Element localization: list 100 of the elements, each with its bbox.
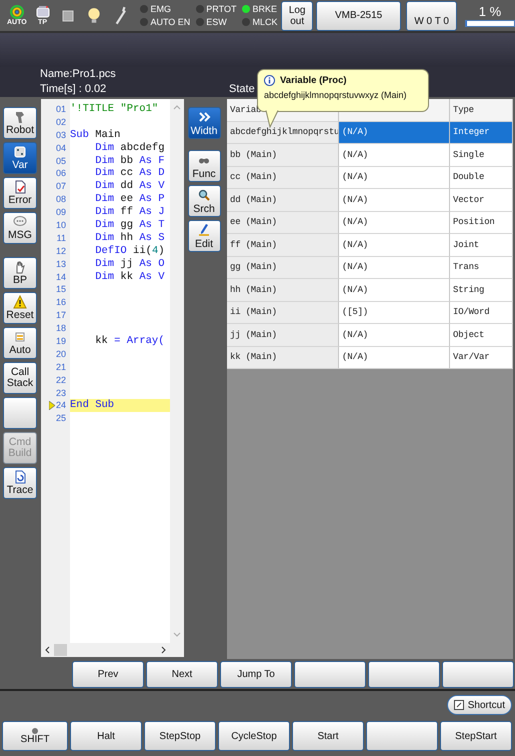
program-name: Name:Pro1.pcs [40,68,117,80]
led-icon [32,728,38,734]
model-button[interactable]: VMB-2515 [316,0,402,30]
table-cell: (N/A) [339,166,450,189]
status-indicator: PRTOT [196,2,236,16]
status-indicator: ESW [196,16,236,28]
sidebar-button[interactable]: Trace [3,467,37,499]
shortcut-button[interactable]: Shortcut [446,695,512,715]
line-number: 16 [54,296,67,310]
line-number: 02 [54,116,67,129]
tool-button[interactable]: Func [188,150,220,182]
tooltip-text: abcdefghijklmnopqrstuvwxyz (Main) [264,90,408,100]
sidebar-button[interactable]: Call Stack [3,362,37,394]
control-button[interactable]: StepStart [440,721,512,751]
speech-bubble-icon [13,215,27,229]
table-cell: ii (Main) [227,302,339,324]
sidebar-button[interactable]: Auto [3,327,37,359]
state-label: State [229,83,255,97]
status-indicator: EMG [140,2,190,16]
status-indicator: MLCK [242,16,278,28]
sidebar-button[interactable]: Error [3,177,37,209]
table-cell: Trans [450,256,513,279]
line-number: 22 [54,374,67,387]
refresh-document-icon [13,470,27,484]
document-icon [13,180,27,194]
line-number: 17 [54,309,67,322]
table-cell: ee (Main) [227,212,339,234]
code-line: DefIO ii(4) [94,244,166,258]
code-line: Dim kk As V [94,270,166,284]
control-button[interactable]: StepStop [144,721,216,751]
tooltip-title: Variable (Proc) [280,75,347,86]
control-button[interactable] [366,721,438,751]
table-cell: (N/A) [339,256,450,279]
table-cell: jj (Main) [227,324,339,346]
nav-button[interactable] [294,660,366,688]
line-number: 08 [54,193,67,206]
control-button[interactable]: SHIFT [2,721,68,751]
table-cell: gg (Main) [227,256,339,279]
nav-button[interactable] [368,660,440,688]
square-icon [61,8,76,22]
dice-icon [13,145,27,159]
pendant-icon [34,4,51,18]
table-cell: Object [450,324,513,346]
nav-button[interactable]: Jump To [220,660,292,688]
status-indicator: AUTO EN [140,16,190,28]
line-number: 11 [56,232,67,245]
tool-button[interactable]: Srch [188,185,220,217]
code-line: Dim dd As V [94,180,166,193]
info-icon [264,75,275,86]
weight-button[interactable]: W 0 T 0 [406,0,457,30]
line-number: 12 [54,244,67,258]
column-header: Type [450,99,513,122]
table-cell: IO/Word [450,302,513,324]
table-cell: Double [450,166,513,189]
sidebar-button[interactable]: Var [3,142,37,174]
robot-arm-icon [13,110,27,124]
code-line: Dim cc As D [94,167,166,180]
line-number: 14 [54,270,67,284]
speed-bar [464,20,515,27]
shortcut-icon [454,700,464,710]
logout-button[interactable]: Log out [281,0,313,30]
code-line: Sub Main [70,128,122,142]
pencil-icon [197,222,211,236]
table-cell: Single [450,144,513,166]
line-number: 04 [54,142,67,155]
tool-button[interactable]: Width [188,107,220,139]
line-number: 05 [54,154,67,168]
table-cell: (N/A) [339,189,450,212]
control-button[interactable]: CycleStop [218,721,290,751]
sidebar-button[interactable]: BP [3,257,37,289]
list-icon [13,330,27,344]
nav-button[interactable]: Next [146,660,218,688]
table-cell: cc (Main) [227,166,339,189]
table-cell: bb (Main) [227,144,339,166]
line-number: 07 [54,180,67,194]
tool-button[interactable]: Edit [188,220,220,252]
table-cell: ff (Main) [227,234,339,256]
code-line: Dim hh As S [94,232,166,245]
scroll-right-icon[interactable] [161,646,166,654]
nav-button[interactable]: Prev [72,660,144,688]
table-cell: (N/A) [339,122,450,144]
sidebar-button[interactable]: Reset [3,292,37,324]
table-cell: Position [450,212,513,234]
table-cell: (N/A) [339,234,450,256]
sidebar-button[interactable]: Robot [3,107,37,139]
line-number: 10 [54,219,67,232]
line-number: 25 [54,412,67,426]
control-button[interactable]: Halt [70,721,142,751]
sidebar-button[interactable] [3,397,37,429]
sidebar-button[interactable]: MSG [3,212,37,244]
code-line: Dim bb As F [94,154,166,167]
scroll-left-icon[interactable] [45,646,50,654]
scroll-thumb[interactable] [54,644,67,656]
table-cell: hh (Main) [227,279,339,302]
table-cell: (N/A) [339,212,450,234]
control-button[interactable]: Start [292,721,364,751]
line-number: 23 [54,386,67,400]
nav-button[interactable] [442,660,514,688]
table-cell: String [450,279,513,302]
line-number: 21 [54,360,67,374]
